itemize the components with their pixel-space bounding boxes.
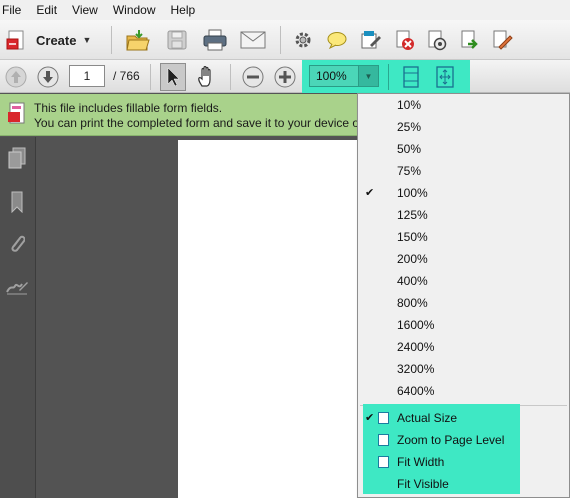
zoom-option[interactable]: 800% <box>358 292 569 314</box>
zoom-option-label: 25% <box>397 120 422 134</box>
zoom-option-label: 2400% <box>397 340 435 354</box>
zoom-option[interactable]: 200% <box>358 248 569 270</box>
chevron-down-icon: ▼ <box>364 71 373 81</box>
zoom-option-label: 400% <box>397 274 428 288</box>
divider <box>280 26 281 54</box>
menu-bar: File Edit View Window Help <box>0 0 570 20</box>
zoom-option[interactable]: 6400% <box>358 380 569 402</box>
divider <box>111 26 112 54</box>
checkmark-icon: ✔ <box>365 412 375 424</box>
zoom-option-label: 150% <box>397 230 428 244</box>
zoom-out-icon[interactable] <box>241 65 265 89</box>
menu-help[interactable]: Help <box>169 3 205 17</box>
zoom-option-label: 75% <box>397 164 422 178</box>
zoom-option-label: 3200% <box>397 362 435 376</box>
chevron-down-icon: ▼ <box>82 35 92 45</box>
create-label: Create <box>36 32 77 48</box>
bookmark-icon[interactable] <box>5 189 29 215</box>
notification-line-1: This file includes fillable form fields. <box>34 101 223 115</box>
actual-size-icon <box>378 412 389 424</box>
zoom-option-label: 200% <box>397 252 428 266</box>
zoom-option-label: 800% <box>397 296 428 310</box>
pdf-form-icon <box>8 102 25 124</box>
main-toolbar: Create ▼ <box>0 20 570 60</box>
zoom-option[interactable]: 1600% <box>358 314 569 336</box>
fit-visible-option[interactable]: Fit Visible <box>358 473 569 495</box>
zoom-option[interactable]: 25% <box>358 116 569 138</box>
comment-icon[interactable] <box>324 27 350 53</box>
hand-tool-icon[interactable] <box>194 64 220 90</box>
menu-view[interactable]: View <box>70 3 107 17</box>
zoom-option-label: 6400% <box>397 384 435 398</box>
zoom-option[interactable]: 2400% <box>358 336 569 358</box>
attachment-icon[interactable] <box>5 231 29 257</box>
zoom-option-label: 10% <box>397 98 422 112</box>
page-level-icon <box>378 434 389 446</box>
divider <box>230 64 231 90</box>
zoom-option-label: 1600% <box>397 318 435 332</box>
view-option-label: Fit Visible <box>397 477 449 491</box>
remove-icon[interactable] <box>392 27 418 53</box>
gear-icon[interactable] <box>291 27 315 53</box>
share-icon[interactable] <box>457 27 483 53</box>
menu-file[interactable]: File <box>0 3 30 17</box>
menu-window[interactable]: Window <box>111 3 165 17</box>
zoom-option-selected[interactable]: ✔ 100% <box>358 182 569 204</box>
page-count: / 766 <box>113 69 140 83</box>
create-pdf-icon <box>6 30 24 50</box>
zoom-in-icon[interactable] <box>273 65 297 89</box>
signature-icon[interactable] <box>4 276 30 298</box>
divider <box>388 64 389 90</box>
document-page <box>178 140 368 498</box>
zoom-option[interactable]: 3200% <box>358 358 569 380</box>
zoom-option-label: 50% <box>397 142 422 156</box>
select-tool-icon[interactable] <box>160 63 186 91</box>
zoom-option[interactable]: 400% <box>358 270 569 292</box>
zoom-to-page-level-option[interactable]: Zoom to Page Level <box>358 429 569 451</box>
zoom-option[interactable]: 125% <box>358 204 569 226</box>
zoom-option-label: 125% <box>397 208 428 222</box>
zoom-option[interactable]: 75% <box>358 160 569 182</box>
print-icon[interactable] <box>200 26 230 54</box>
zoom-option[interactable]: 10% <box>358 94 569 116</box>
next-page-icon[interactable] <box>36 65 60 89</box>
navigation-pane <box>0 137 36 498</box>
menu-edit[interactable]: Edit <box>34 3 66 17</box>
zoom-dropdown-button[interactable]: ▼ <box>359 65 379 87</box>
view-option-label: Fit Width <box>397 455 445 469</box>
fit-page-icon[interactable] <box>398 63 424 91</box>
create-button[interactable]: Create ▼ <box>6 28 91 52</box>
notification-line-2: You can print the completed form and sav… <box>34 116 360 130</box>
settings-icon[interactable] <box>424 27 450 53</box>
sign-icon[interactable] <box>489 27 515 53</box>
pages-icon[interactable] <box>5 145 29 171</box>
form-edit-icon[interactable] <box>358 27 384 53</box>
page-number-input[interactable]: 1 <box>69 65 105 87</box>
open-folder-icon[interactable] <box>124 26 152 54</box>
previous-page-icon[interactable] <box>4 65 28 89</box>
actual-size-option[interactable]: ✔ Actual Size <box>358 407 569 429</box>
full-screen-icon[interactable] <box>432 63 458 91</box>
zoom-option[interactable]: 150% <box>358 226 569 248</box>
zoom-menu: 10% 25% 50% 75% ✔ 100% 125% 150% 200% 40… <box>357 93 570 498</box>
zoom-option[interactable]: 50% <box>358 138 569 160</box>
divider <box>150 64 151 90</box>
checkmark-icon: ✔ <box>365 187 375 199</box>
view-option-label: Zoom to Page Level <box>397 433 505 447</box>
zoom-value-input[interactable]: 100% <box>309 65 359 87</box>
zoom-option-label: 100% <box>397 186 428 200</box>
fit-width-icon <box>378 456 389 468</box>
save-icon[interactable] <box>164 26 190 54</box>
notification-text: This file includes fillable form fields.… <box>34 101 359 131</box>
view-option-label: Actual Size <box>397 411 458 425</box>
fit-width-option[interactable]: Fit Width <box>358 451 569 473</box>
email-icon[interactable] <box>238 26 268 54</box>
